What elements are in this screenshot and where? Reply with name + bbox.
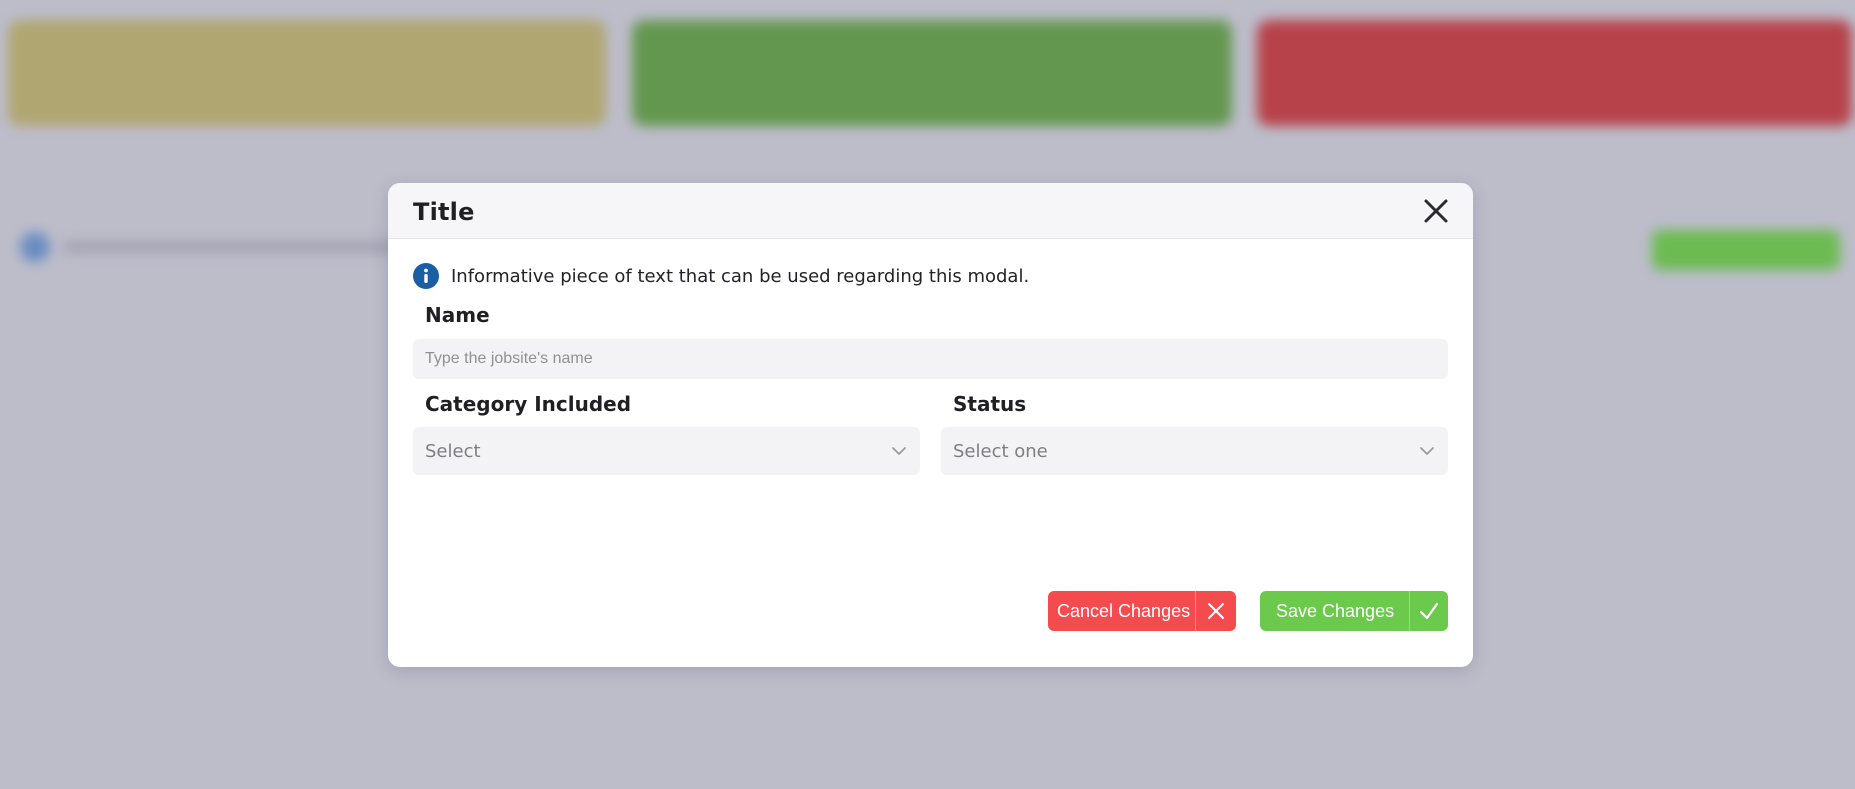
name-label: Name xyxy=(425,303,490,327)
chevron-down-icon xyxy=(1420,447,1434,455)
close-icon xyxy=(1208,603,1224,619)
save-changes-label: Save Changes xyxy=(1276,600,1395,621)
background-info-icon xyxy=(20,232,50,262)
modal-title: Title xyxy=(413,198,475,226)
cancel-icon-area xyxy=(1195,591,1236,631)
close-button[interactable] xyxy=(1421,196,1451,226)
status-select-value: Select one xyxy=(953,440,1048,462)
cancel-changes-label: Cancel Changes xyxy=(1057,600,1191,621)
background-stat-card-pending xyxy=(8,20,606,126)
background-stat-card-completed xyxy=(632,20,1232,126)
close-icon xyxy=(1424,199,1448,223)
background-stat-card-failed xyxy=(1257,20,1852,126)
cancel-changes-button[interactable]: Cancel Changes xyxy=(1048,591,1236,631)
info-message: Informative piece of text that can be us… xyxy=(413,263,1029,289)
chevron-down-icon xyxy=(892,447,906,455)
check-icon xyxy=(1419,602,1438,620)
category-select[interactable]: Select xyxy=(413,427,920,475)
info-text: Informative piece of text that can be us… xyxy=(451,265,1030,287)
info-icon xyxy=(413,263,439,289)
background-action-button xyxy=(1652,230,1840,270)
category-label: Category Included xyxy=(425,392,632,416)
modal-header: Title xyxy=(388,183,1473,239)
name-input[interactable] xyxy=(413,339,1448,379)
status-label: Status xyxy=(953,392,1027,416)
category-select-value: Select xyxy=(425,440,481,462)
background-info-text xyxy=(62,241,402,253)
modal-dialog: Title Informative piece of text that can… xyxy=(388,183,1473,667)
save-icon-area xyxy=(1408,591,1448,631)
save-changes-button[interactable]: Save Changes xyxy=(1260,591,1448,631)
status-select[interactable]: Select one xyxy=(941,427,1448,475)
